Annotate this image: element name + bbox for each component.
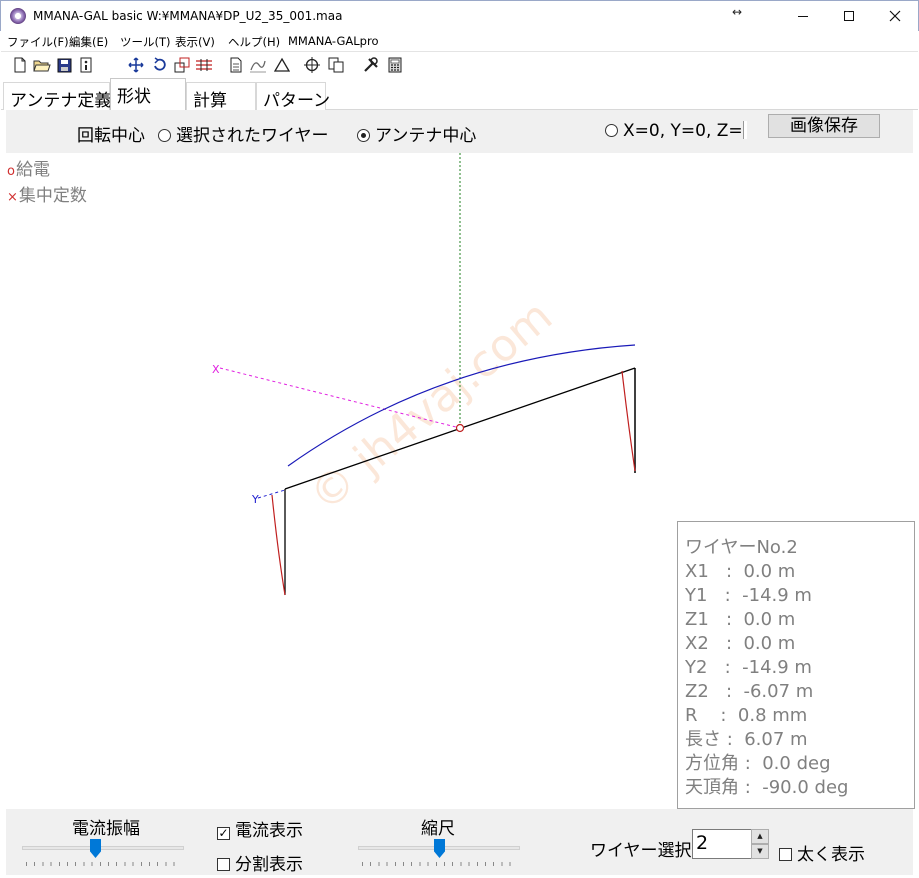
- tab-shape[interactable]: 形状: [110, 78, 186, 110]
- radio-circle-icon: [605, 124, 618, 137]
- bold-display-label: 太く表示: [797, 845, 865, 865]
- new-file-icon[interactable]: [11, 56, 29, 74]
- scale-label: 縮尺: [421, 819, 455, 839]
- minimize-icon: [798, 15, 808, 17]
- menu-edit[interactable]: 編集(E): [69, 34, 108, 50]
- radio-circle-icon: [158, 129, 171, 142]
- save-disk-icon[interactable]: [55, 56, 73, 74]
- scale-slider[interactable]: [358, 839, 520, 869]
- tab-antenna-definition[interactable]: アンテナ定義: [3, 82, 111, 111]
- wire-info-radius: R : 0.8 mm: [685, 705, 808, 726]
- tab-calculation[interactable]: 計算: [186, 82, 256, 111]
- target-icon[interactable]: [303, 56, 321, 74]
- checkbox-empty-icon: [217, 858, 230, 871]
- spin-up-icon[interactable]: ▲: [751, 829, 769, 844]
- x-axis-line: [219, 367, 461, 429]
- calculator-icon[interactable]: [386, 56, 404, 74]
- tab-pattern[interactable]: パターン: [256, 82, 330, 111]
- tab-bar: アンテナ定義 形状 計算 パターン: [1, 77, 918, 111]
- app-icon[interactable]: [10, 8, 26, 24]
- menu-file[interactable]: ファイル(F): [7, 34, 69, 50]
- radio-antenna-center-label: アンテナ中心: [375, 126, 477, 146]
- open-folder-icon[interactable]: [33, 56, 51, 74]
- wire-info-length: 長さ : 6.07 m: [685, 729, 808, 750]
- maximize-icon: [844, 11, 854, 21]
- minimize-button[interactable]: [780, 1, 826, 31]
- window-title: MMANA-GAL basic W:¥MMANA¥DP_U2_35_001.ma…: [33, 9, 343, 23]
- save-image-button[interactable]: 画像保存: [768, 114, 880, 138]
- radio-checked-icon: [357, 129, 370, 142]
- radio-origin-label: X=0, Y=0, Z=: [623, 121, 743, 141]
- document-icon[interactable]: [227, 56, 245, 74]
- radio-antenna-center[interactable]: アンテナ中心: [357, 121, 476, 146]
- wire-info-z1: Z1 : 0.0 m: [685, 609, 796, 630]
- bottom-controls: 電流振幅 ✓ 電流表示 分割表示 縮尺 ワイヤー選択 2 ▲ ▼ 太く表示: [6, 809, 913, 875]
- rotation-center-bar: 回転中心 選択されたワイヤー アンテナ中心 X=0, Y=0, Z= 画像保存: [6, 110, 913, 153]
- wire-info-x2: X2 : 0.0 m: [685, 633, 796, 654]
- copy-icon[interactable]: [327, 56, 345, 74]
- feed-point-marker[interactable]: [455, 423, 465, 433]
- maximize-button[interactable]: [826, 1, 872, 31]
- checkbox-empty-icon: [779, 848, 792, 861]
- current-distribution-curve: [287, 344, 636, 467]
- current-amplitude-label: 電流振幅: [72, 819, 140, 839]
- radio-selected-wire[interactable]: 選択されたワイヤー: [158, 121, 329, 146]
- rotation-center-label: 回転中心: [77, 126, 145, 146]
- show-segments-label: 分割表示: [235, 855, 303, 875]
- tools-icon[interactable]: [362, 56, 380, 74]
- x-axis-label: X: [212, 363, 220, 376]
- slider-track: [22, 846, 184, 850]
- bold-display-checkbox[interactable]: 太く表示: [779, 840, 865, 865]
- spin-down-icon[interactable]: ▼: [751, 844, 769, 859]
- y-axis-line: [257, 489, 286, 499]
- triangle-icon[interactable]: [273, 56, 291, 74]
- wire-info-x1: X1 : 0.0 m: [685, 561, 796, 582]
- info-icon[interactable]: [77, 56, 95, 74]
- wire-info-y2: Y2 : -14.9 m: [685, 657, 812, 678]
- menu-mmana-pro[interactable]: MMANA-GALpro: [288, 34, 379, 48]
- wire-select-label: ワイヤー選択: [590, 841, 692, 861]
- slider-ticks: [362, 862, 516, 866]
- wire-select-spinner[interactable]: ▲ ▼: [751, 829, 769, 859]
- wire-info-panel: ワイヤーNo.2 X1 : 0.0 m Y1 : -14.9 m Z1 : 0.…: [677, 521, 915, 809]
- radio-origin[interactable]: X=0, Y=0, Z=: [605, 121, 747, 141]
- menu-tools[interactable]: ツール(T): [120, 34, 171, 50]
- zoom-window-icon[interactable]: [173, 56, 191, 74]
- rotate-icon[interactable]: [151, 56, 169, 74]
- current-right-vertical: [621, 370, 636, 472]
- menu-help[interactable]: ヘルプ(H): [228, 34, 280, 50]
- wire-info-y1: Y1 : -14.9 m: [685, 585, 812, 606]
- slider-thumb[interactable]: [434, 839, 445, 858]
- wire-edit-icon[interactable]: [195, 56, 213, 74]
- slider-thumb[interactable]: [90, 839, 101, 858]
- radio-selected-wire-label: 選択されたワイヤー: [176, 126, 329, 146]
- wire-info-zenith: 天頂角 : -90.0 deg: [685, 777, 849, 798]
- menu-view[interactable]: 表示(V): [175, 34, 215, 50]
- wire-info-z2: Z2 : -6.07 m: [685, 681, 814, 702]
- title-bar: MMANA-GAL basic W:¥MMANA¥DP_U2_35_001.ma…: [0, 0, 919, 31]
- wire-info-azimuth: 方位角 : 0.0 deg: [685, 753, 831, 774]
- wire-select-input[interactable]: 2: [692, 829, 752, 859]
- close-button[interactable]: [872, 1, 918, 31]
- close-icon: [889, 10, 901, 22]
- y-axis-label: Y: [251, 493, 259, 506]
- current-left-vertical: [271, 494, 286, 596]
- checkbox-checked-icon: ✓: [217, 826, 230, 840]
- antenna-shape-canvas[interactable]: © jh4vaj.com o給電 ×集中定数 X Y ワイヤーNo.2 X1 :…: [0, 153, 919, 809]
- z-coordinate-field[interactable]: [742, 121, 747, 139]
- menu-bar: ファイル(F) 編集(E) ツール(T) 表示(V) ヘルプ(H) MMANA-…: [1, 31, 918, 51]
- slider-ticks: [26, 862, 180, 866]
- show-current-checkbox[interactable]: ✓ 電流表示: [217, 816, 303, 841]
- wire-info-title: ワイヤーNo.2: [685, 537, 798, 558]
- draw-icon[interactable]: [249, 56, 267, 74]
- move-arrows-icon[interactable]: [127, 56, 145, 74]
- resize-arrows-icon: ↔: [732, 5, 743, 19]
- toolbar: [1, 51, 918, 77]
- current-amplitude-slider[interactable]: [22, 839, 184, 869]
- show-current-label: 電流表示: [235, 821, 303, 841]
- show-segments-checkbox[interactable]: 分割表示: [217, 850, 303, 875]
